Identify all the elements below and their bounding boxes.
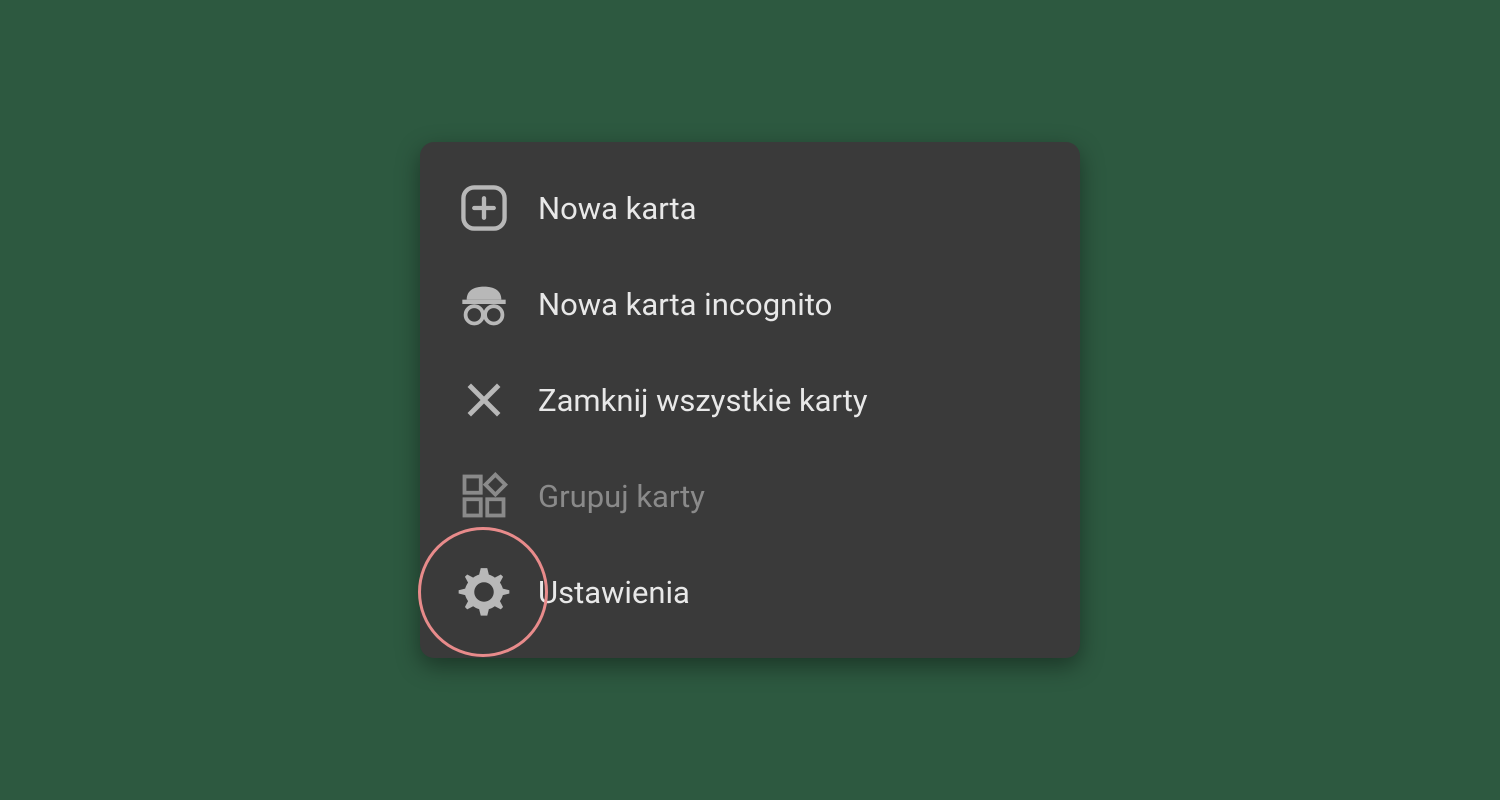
close-icon [458, 374, 510, 426]
plus-icon [458, 182, 510, 234]
incognito-icon [458, 278, 510, 330]
menu-item-label: Zamknij wszystkie karty [538, 382, 868, 419]
menu-item-label: Grupuj karty [538, 478, 705, 515]
menu-item-label: Ustawienia [538, 574, 690, 611]
menu-item-group-tabs: Grupuj karty [420, 448, 1080, 544]
menu-item-incognito[interactable]: Nowa karta incognito [420, 256, 1080, 352]
menu-item-new-tab[interactable]: Nowa karta [420, 160, 1080, 256]
menu-item-label: Nowa karta incognito [538, 286, 832, 323]
context-menu: Nowa karta Nowa karta incognito Zamknij … [420, 142, 1080, 658]
group-icon [458, 470, 510, 522]
menu-item-label: Nowa karta [538, 190, 696, 227]
menu-item-close-all[interactable]: Zamknij wszystkie karty [420, 352, 1080, 448]
gear-icon [458, 566, 510, 618]
menu-item-settings[interactable]: Ustawienia [420, 544, 1080, 640]
